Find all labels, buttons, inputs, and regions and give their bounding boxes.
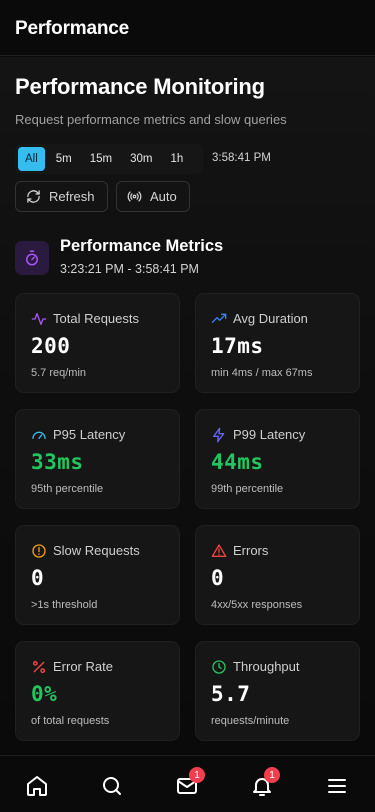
metric-label: P99 Latency — [233, 427, 306, 442]
metric-card-p95-latency: P95 Latency 33ms 95th percentile — [15, 409, 180, 509]
mail-badge: 1 — [189, 767, 205, 783]
range-5m-button[interactable]: 5m — [49, 147, 79, 171]
metric-card-total-requests: Total Requests 200 5.7 req/min — [15, 293, 180, 393]
metric-label: P95 Latency — [53, 427, 126, 442]
page-subtitle: Request performance metrics and slow que… — [15, 112, 287, 127]
metric-subtext: min 4ms / max 67ms — [211, 367, 313, 379]
activity-icon — [31, 313, 47, 325]
metric-label: Error Rate — [53, 659, 113, 674]
range-all-button[interactable]: All — [18, 147, 45, 171]
metrics-header: Performance Metrics 3:23:21 PM - 3:58:41… — [15, 237, 360, 285]
metric-label: Errors — [233, 543, 269, 558]
warning-triangle-icon — [211, 544, 227, 557]
page-title: Performance Monitoring — [15, 74, 265, 99]
trending-up-icon — [211, 313, 227, 323]
metric-value: 0% — [31, 682, 58, 706]
main-content[interactable]: Performance Monitoring Request performan… — [0, 57, 375, 755]
notifications-badge: 1 — [264, 767, 280, 783]
metric-card-error-rate: Error Rate 0% of total requests — [15, 641, 180, 741]
range-1h-button[interactable]: 1h — [164, 147, 191, 171]
app-title: Performance — [15, 18, 129, 39]
metric-card-p99-latency: P99 Latency 44ms 99th percentile — [195, 409, 360, 509]
menu-icon — [328, 779, 346, 793]
nav-messages-button[interactable]: 1 — [175, 767, 205, 798]
clock-icon — [212, 660, 226, 674]
metric-card-throughput: Throughput 5.7 requests/minute — [195, 641, 360, 741]
metric-subtext: 99th percentile — [211, 483, 284, 495]
gauge-icon — [32, 431, 46, 439]
nav-menu-button[interactable] — [325, 774, 349, 798]
timer-icon — [15, 241, 49, 275]
refresh-icon — [26, 189, 41, 204]
metric-label: Avg Duration — [233, 311, 308, 326]
metric-value: 5.7 — [211, 682, 251, 706]
metric-label: Throughput — [233, 659, 300, 674]
range-30m-button[interactable]: 30m — [123, 147, 159, 171]
metric-card-slow-requests: Slow Requests 0 >1s threshold — [15, 525, 180, 625]
top-bar: Performance — [0, 0, 375, 56]
metric-value: 44ms — [211, 450, 264, 474]
refresh-button[interactable]: Refresh — [15, 181, 108, 212]
metric-value: 33ms — [31, 450, 84, 474]
auto-label: Auto — [150, 189, 177, 204]
bottom-navigation: 1 1 — [0, 755, 375, 812]
range-15m-button[interactable]: 15m — [83, 147, 119, 171]
metric-subtext: >1s threshold — [31, 599, 98, 611]
metric-subtext: 95th percentile — [31, 483, 104, 495]
refresh-label: Refresh — [49, 189, 95, 204]
metric-label: Slow Requests — [53, 543, 140, 558]
metrics-title: Performance Metrics — [60, 237, 224, 255]
metric-value: 200 — [31, 334, 71, 358]
nav-notifications-button[interactable]: 1 — [250, 767, 280, 798]
metrics-time-range: 3:23:21 PM - 3:58:41 PM — [60, 262, 199, 276]
lightning-icon — [213, 427, 225, 443]
metric-subtext: 4xx/5xx responses — [211, 599, 303, 611]
metric-value: 0 — [211, 566, 225, 590]
metric-subtext: 5.7 req/min — [31, 367, 87, 379]
broadcast-icon — [127, 189, 142, 204]
metric-value: 0 — [31, 566, 45, 590]
percent-icon — [32, 660, 46, 674]
auto-refresh-button[interactable]: Auto — [116, 181, 190, 212]
metric-card-errors: Errors 0 4xx/5xx responses — [195, 525, 360, 625]
nav-home-button[interactable] — [25, 774, 49, 798]
nav-search-button[interactable] — [100, 774, 124, 798]
home-icon — [27, 776, 47, 796]
time-range-selector: All 5m 15m 30m 1h — [15, 144, 203, 174]
search-icon — [103, 777, 121, 795]
metric-subtext: of total requests — [31, 715, 110, 727]
metric-card-avg-duration: Avg Duration 17ms min 4ms / max 67ms — [195, 293, 360, 393]
metric-label: Total Requests — [53, 311, 139, 326]
metric-subtext: requests/minute — [211, 715, 290, 727]
current-time: 3:58:41 PM — [212, 152, 271, 164]
alert-circle-icon — [32, 544, 46, 558]
metric-value: 17ms — [211, 334, 264, 358]
